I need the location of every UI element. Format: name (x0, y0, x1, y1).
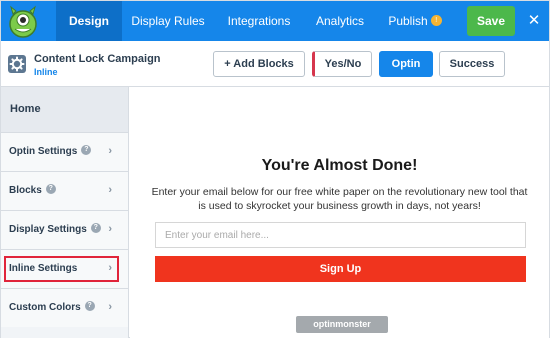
optinmonster-logo-icon[interactable] (5, 2, 41, 40)
tab-analytics-label: Analytics (315, 14, 365, 28)
tab-display-rules[interactable]: Display Rules (128, 1, 208, 41)
sidebar-item-custom-colors[interactable]: Custom Colors? › (1, 288, 128, 327)
tab-integrations[interactable]: Integrations (219, 1, 299, 41)
chevron-right-icon: › (108, 301, 112, 313)
save-button[interactable]: Save (467, 6, 515, 36)
tab-publish[interactable]: Publish! (385, 1, 445, 41)
campaign-settings-gear-icon[interactable] (8, 55, 26, 73)
sign-up-button[interactable]: Sign Up (155, 256, 526, 282)
sidebar-item-label: Inline Settings (9, 263, 78, 274)
tab-display-rules-label: Display Rules (131, 14, 205, 28)
sidebar-item-label: Blocks (9, 185, 42, 196)
chevron-right-icon: › (108, 145, 112, 157)
sidebar-home[interactable]: Home (1, 87, 128, 132)
sidebar-item-optin-settings[interactable]: Optin Settings? › (1, 132, 128, 171)
publish-warning-badge: ! (430, 15, 442, 27)
success-view-button[interactable]: Success (439, 51, 505, 77)
optin-body-text[interactable]: Enter your email below for our free whit… (150, 185, 529, 213)
campaign-title: Content Lock Campaign (34, 53, 161, 65)
help-icon[interactable]: ? (90, 223, 101, 234)
chevron-right-icon: › (108, 262, 112, 274)
sidebar-item-label: Optin Settings (9, 146, 78, 157)
optin-headline[interactable]: You're Almost Done! (130, 157, 549, 175)
tab-publish-label: Publish (388, 14, 428, 28)
help-icon[interactable]: ? (45, 184, 56, 195)
yes-no-view-button[interactable]: Yes/No (312, 51, 372, 77)
help-icon[interactable]: ? (81, 145, 92, 156)
optin-preview-canvas: You're Almost Done! Enter your email bel… (130, 87, 549, 338)
campaign-toolbar: Content Lock Campaign Inline + Add Block… (1, 41, 549, 87)
help-icon[interactable]: ? (84, 301, 95, 312)
sidebar-item-label: Custom Colors (9, 302, 81, 313)
optinmonster-branding: optinmonster (296, 316, 388, 333)
sidebar-item-inline-settings[interactable]: Inline Settings › (1, 249, 128, 288)
email-field[interactable] (155, 222, 526, 248)
sidebar-item-label: Display Settings (9, 224, 87, 235)
close-icon[interactable]: ✕ (524, 11, 544, 31)
sidebar-item-blocks[interactable]: Blocks? › (1, 171, 128, 210)
add-blocks-button[interactable]: + Add Blocks (213, 51, 305, 77)
top-nav-bar: Design Display Rules Integrations Analyt… (1, 1, 549, 41)
chevron-right-icon: › (108, 184, 112, 196)
tab-analytics[interactable]: Analytics (307, 1, 373, 41)
campaign-type: Inline (34, 67, 58, 77)
tab-design[interactable]: Design (56, 1, 122, 41)
tab-design-label: Design (68, 14, 109, 28)
sidebar: Home Optin Settings? › Blocks? › Display… (1, 87, 129, 338)
branding-label: optinmonster (313, 319, 371, 329)
sidebar-item-display-settings[interactable]: Display Settings? › (1, 210, 128, 249)
optin-view-button[interactable]: Optin (379, 51, 433, 77)
chevron-right-icon: › (108, 223, 112, 235)
tab-integrations-label: Integrations (227, 14, 291, 28)
